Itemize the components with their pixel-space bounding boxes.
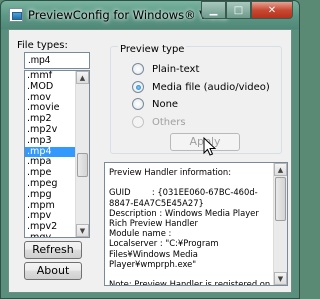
caption-buttons: ▁ □ ✕	[201, 1, 293, 19]
radio-plain-text[interactable]: Plain-text	[132, 62, 199, 76]
scroll-down-button[interactable]: ▼	[76, 224, 89, 237]
scroll-thumb[interactable]	[77, 153, 88, 177]
list-item[interactable]: .MOD	[25, 81, 76, 93]
radio-others: Others	[132, 115, 186, 129]
scroll-up-button[interactable]: ▲	[274, 163, 287, 176]
radio-none[interactable]: None	[132, 97, 178, 111]
radio-button[interactable]	[132, 81, 144, 93]
radio-label: Media file (audio/video)	[152, 81, 270, 93]
refresh-button[interactable]: Refresh	[24, 241, 82, 259]
maximize-button[interactable]: □	[226, 1, 251, 19]
list-scrollbar[interactable]: ▲ ▼	[75, 71, 89, 237]
radio-label: Others	[152, 116, 186, 128]
list-item[interactable]: .mqv	[25, 232, 76, 237]
handler-info-text: Preview Handler information: GUID : {031…	[109, 167, 271, 286]
chevron-up-icon: ▲	[277, 165, 284, 174]
list-item[interactable]: .mpg	[25, 189, 76, 201]
file-types-label: File types:	[17, 40, 68, 51]
scroll-thumb[interactable]	[275, 177, 286, 221]
radio-button	[132, 116, 144, 128]
close-icon: ✕	[267, 4, 277, 16]
mouse-cursor-icon	[203, 137, 217, 156]
about-button[interactable]: About	[24, 262, 82, 280]
handler-info-box[interactable]: Preview Handler information: GUID : {031…	[104, 162, 288, 286]
minimize-button[interactable]: ▁	[201, 1, 226, 19]
chevron-up-icon: ▲	[79, 73, 86, 82]
preview-type-legend: Preview type	[118, 44, 187, 55]
scroll-up-button[interactable]: ▲	[76, 71, 89, 84]
radio-label: None	[152, 98, 179, 110]
radio-button[interactable]	[132, 98, 144, 110]
file-types-list: .mmf .MOD .mov .movie .mp2 .mp2v .mp3 .mp4 .mpa.…	[25, 71, 76, 237]
file-types-input[interactable]	[24, 52, 90, 69]
window-title: PreviewConfig for Windows® Vista	[28, 8, 228, 22]
minimize-icon: ▁	[209, 4, 218, 16]
radio-button[interactable]	[132, 63, 144, 75]
radio-label: Plain-text	[152, 63, 200, 75]
list-item[interactable]: .mp3	[25, 135, 76, 147]
info-scrollbar[interactable]: ▲ ▼	[273, 163, 287, 285]
title-bar[interactable]: PreviewConfig for Windows® Vista ▁ □ ✕	[1, 1, 299, 29]
maximize-icon: □	[233, 4, 244, 16]
app-icon	[9, 8, 23, 22]
close-button[interactable]: ✕	[251, 1, 293, 19]
file-types-listbox[interactable]: .mmf .MOD .mov .movie .mp2 .mp2v .mp3 .mp4 .mpa.…	[24, 70, 90, 238]
chevron-down-icon: ▼	[277, 274, 284, 283]
scroll-down-button[interactable]: ▼	[274, 272, 287, 285]
radio-media-file[interactable]: Media file (audio/video)	[132, 80, 270, 94]
chevron-down-icon: ▼	[79, 226, 86, 235]
